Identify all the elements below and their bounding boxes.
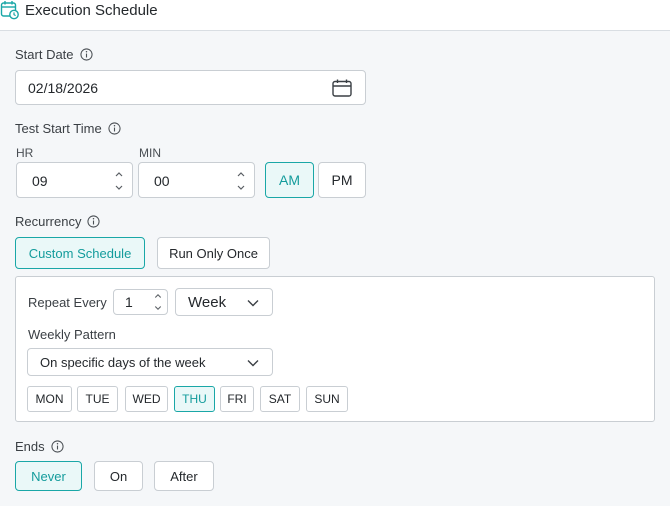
section-title: Execution Schedule xyxy=(25,2,158,19)
start-date-label: Start Date xyxy=(15,47,93,62)
ends-never-button[interactable]: Never xyxy=(15,461,82,491)
info-icon[interactable] xyxy=(87,215,101,228)
test-start-time-label-text: Test Start Time xyxy=(15,121,102,136)
custom-schedule-button[interactable]: Custom Schedule xyxy=(15,237,145,269)
day-button-sat[interactable]: SAT xyxy=(260,386,300,412)
chevron-down-icon xyxy=(247,360,259,367)
weekly-pattern-label: Weekly Pattern xyxy=(28,327,116,342)
weekly-pattern-select[interactable]: On specific days of the week xyxy=(27,348,273,376)
repeat-unit-value: Week xyxy=(188,294,227,311)
start-date-field[interactable]: 02/18/2026 xyxy=(15,70,366,105)
ends-after-button[interactable]: After xyxy=(154,461,214,491)
hour-stepper[interactable]: 09 xyxy=(16,162,133,198)
day-button-wed[interactable]: WED xyxy=(125,386,168,412)
run-only-once-button[interactable]: Run Only Once xyxy=(157,237,270,269)
calendar-clock-icon xyxy=(0,1,19,20)
repeat-every-label: Repeat Every xyxy=(28,295,107,310)
start-date-value: 02/18/2026 xyxy=(28,80,99,96)
hour-value: 09 xyxy=(32,173,48,189)
test-start-time-label: Test Start Time xyxy=(15,121,121,136)
info-icon[interactable] xyxy=(51,440,64,453)
ends-label-text: Ends xyxy=(15,439,45,454)
start-date-label-text: Start Date xyxy=(15,47,74,62)
repeat-every-stepper[interactable]: 1 xyxy=(113,289,168,315)
info-icon[interactable] xyxy=(79,48,93,61)
ends-on-button[interactable]: On xyxy=(94,461,143,491)
calendar-icon[interactable] xyxy=(332,79,352,97)
info-icon[interactable] xyxy=(108,122,121,135)
weekly-pattern-value: On specific days of the week xyxy=(40,355,206,370)
minute-value: 00 xyxy=(154,173,170,189)
chevron-down-icon xyxy=(247,300,259,307)
ends-label: Ends xyxy=(15,439,64,454)
am-button[interactable]: AM xyxy=(265,162,314,198)
day-button-mon[interactable]: MON xyxy=(27,386,72,412)
day-button-tue[interactable]: TUE xyxy=(77,386,118,412)
pm-button[interactable]: PM xyxy=(318,162,366,198)
day-button-fri[interactable]: FRI xyxy=(220,386,254,412)
repeat-every-value: 1 xyxy=(125,294,133,310)
recurrency-label-text: Recurrency xyxy=(15,214,82,229)
minute-label: MIN xyxy=(139,146,161,160)
minute-stepper[interactable]: 00 xyxy=(138,162,255,198)
repeat-unit-select[interactable]: Week xyxy=(175,288,273,316)
recurrency-label: Recurrency xyxy=(15,214,101,229)
stepper-arrows-icon[interactable] xyxy=(114,170,124,192)
hour-label: HR xyxy=(16,146,34,160)
stepper-arrows-icon[interactable] xyxy=(153,292,163,312)
day-button-sun[interactable]: SUN xyxy=(306,386,348,412)
day-button-thu[interactable]: THU xyxy=(174,386,215,412)
stepper-arrows-icon[interactable] xyxy=(236,170,246,192)
section-header: Execution Schedule xyxy=(0,0,670,31)
